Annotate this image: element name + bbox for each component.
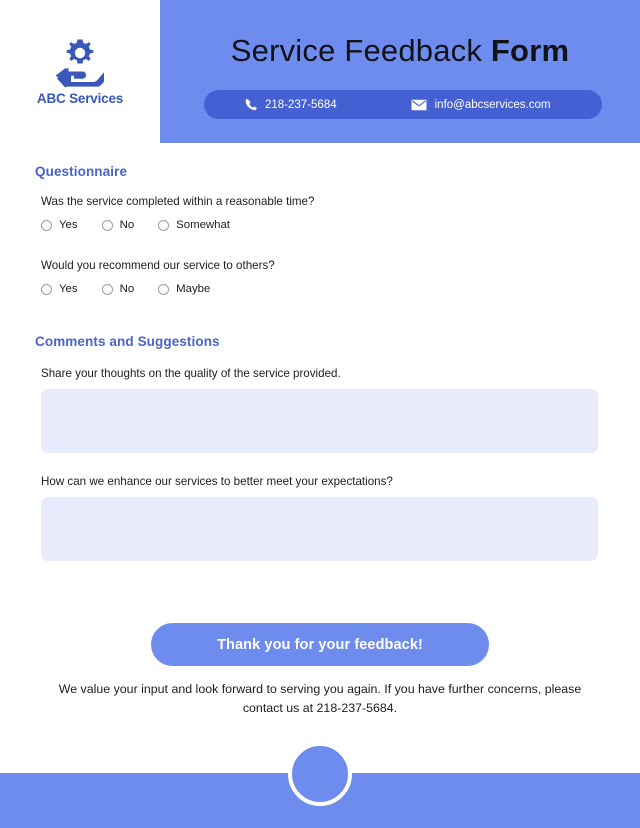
questionnaire-heading: Questionnaire: [35, 164, 128, 179]
radio-label: Somewhat: [176, 219, 230, 231]
question-1-options: Yes No Somewhat: [41, 219, 230, 231]
radio-label: Yes: [59, 283, 78, 295]
contact-phone-text: 218-237-5684: [265, 98, 337, 111]
envelope-icon: [411, 99, 427, 110]
question-1-text: Was the service completed within a reaso…: [41, 195, 315, 208]
radio-option-q1-somewhat[interactable]: Somewhat: [158, 219, 230, 231]
contact-email[interactable]: info@abcservices.com: [411, 98, 551, 111]
comments-field-2-input[interactable]: [41, 497, 598, 561]
comments-field-2-label: How can we enhance our services to bette…: [41, 475, 393, 488]
radio-label: No: [119, 219, 135, 231]
comments-heading: Comments and Suggestions: [35, 334, 220, 349]
page-title-bold: Form: [490, 33, 570, 68]
header-blue-band: [160, 0, 640, 143]
radio-circle-icon[interactable]: [41, 219, 52, 231]
radio-option-q2-maybe[interactable]: Maybe: [158, 283, 210, 295]
contact-email-text: info@abcservices.com: [434, 98, 551, 111]
radio-circle-icon[interactable]: [158, 283, 170, 295]
thank-you-button[interactable]: Thank you for your feedback!: [151, 623, 489, 666]
page-header: ABC Services Service Feedback Form 218-2…: [0, 0, 640, 143]
radio-circle-icon[interactable]: [101, 219, 113, 231]
radio-circle-icon[interactable]: [41, 283, 52, 295]
radio-option-q1-no[interactable]: No: [101, 219, 135, 231]
radio-option-q2-no[interactable]: No: [101, 283, 135, 295]
radio-option-q2-yes[interactable]: Yes: [41, 283, 78, 295]
question-2-options: Yes No Maybe: [41, 283, 210, 295]
radio-circle-icon[interactable]: [101, 283, 113, 295]
comments-field-1-input[interactable]: [41, 389, 598, 453]
comments-field-1-label: Share your thoughts on the quality of th…: [41, 367, 341, 380]
gear-in-hand-icon: [55, 39, 105, 87]
question-2-text: Would you recommend our service to other…: [41, 259, 275, 272]
phone-icon: [245, 99, 257, 111]
footer-circle-decoration: [288, 742, 352, 806]
radio-label: No: [119, 283, 135, 295]
page-title: Service Feedback Form: [160, 33, 640, 69]
brand-name: ABC Services: [36, 91, 124, 106]
brand-block: ABC Services: [0, 0, 160, 143]
radio-label: Maybe: [176, 283, 211, 295]
contact-phone[interactable]: 218-237-5684: [244, 98, 337, 111]
radio-option-q1-yes[interactable]: Yes: [41, 219, 78, 231]
closing-note: We value your input and look forward to …: [58, 682, 582, 716]
page-title-light: Service Feedback: [230, 33, 483, 68]
radio-label: Yes: [59, 219, 78, 231]
radio-circle-icon[interactable]: [158, 219, 170, 231]
contact-bar: 218-237-5684 info@abcservices.com: [204, 90, 602, 119]
